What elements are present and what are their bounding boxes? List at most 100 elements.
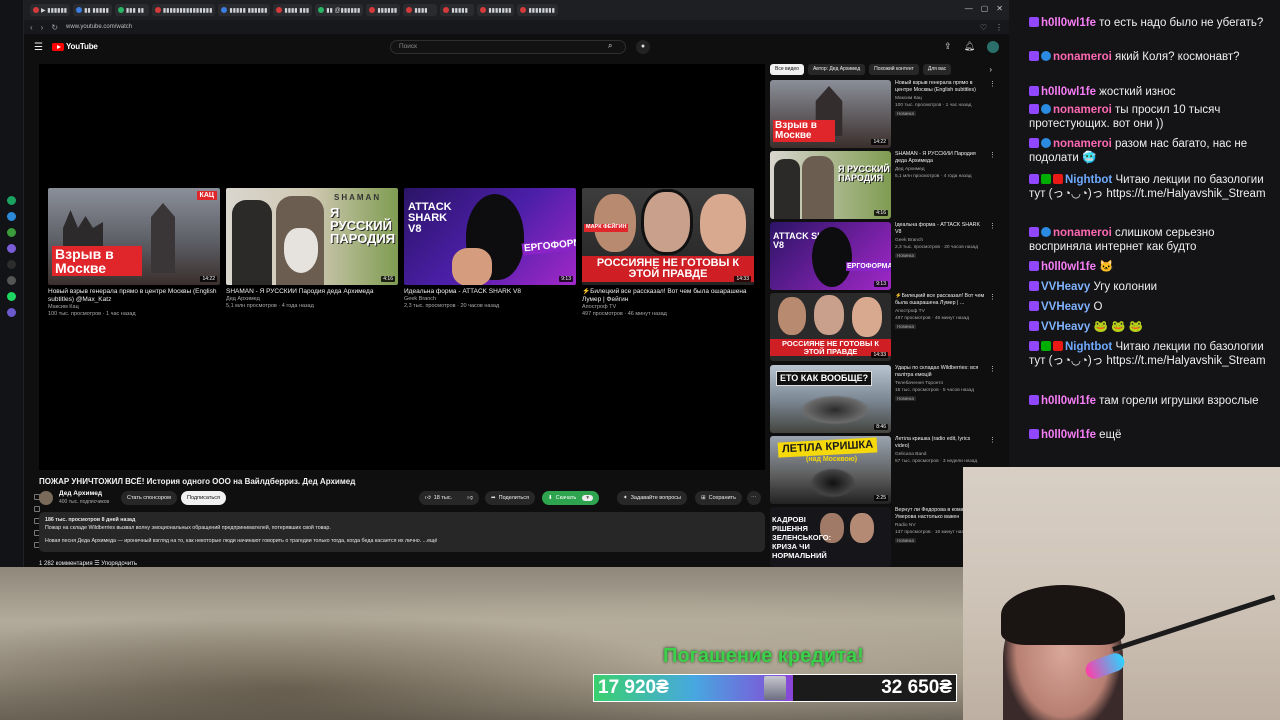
recommendation-channel[interactable]: Телебачення Торонто bbox=[895, 381, 943, 386]
browser-tab[interactable]: ▮▮▮▮ ▮▮▮ bbox=[273, 4, 313, 16]
video-description[interactable]: 186 тыс. просмотров 8 дней назад Пожар н… bbox=[39, 512, 765, 552]
end-card-thumbnail[interactable]: ATTACK SHARK V8 ЕРГОФОРМА 9:13 bbox=[404, 188, 576, 285]
chat-username[interactable]: nonameroi bbox=[1053, 51, 1112, 63]
recommendation-item[interactable]: Я РУССКИЙ ПАРОДИЯ 4:16 SHAMAN - Я РУССКИ… bbox=[770, 151, 1000, 219]
browser-tab[interactable]: ▮▮▮▮▮▮▮▮ bbox=[517, 4, 558, 16]
share-button[interactable]: ➦ Поделиться bbox=[485, 491, 535, 505]
chevron-right-icon[interactable]: › bbox=[989, 65, 992, 74]
recommendation-item[interactable]: РОССИЯНЕ НЕ ГОТОВЫ К ЭТОЙ ПРАВДЕ 14:33 ⚡… bbox=[770, 293, 1000, 361]
chip-author[interactable]: Автор: Дед Архимед bbox=[807, 63, 866, 75]
channel-name[interactable]: Дед Архимед bbox=[59, 490, 102, 497]
sidebar-app-icon[interactable] bbox=[7, 308, 16, 317]
more-icon[interactable]: ⋮ bbox=[989, 436, 996, 444]
user-avatar[interactable] bbox=[987, 41, 999, 53]
like-button[interactable]: 👍︎ 18 тыс. 👎︎ bbox=[419, 491, 479, 505]
recommendation-thumbnail[interactable]: Взрыв в Москве 14:22 bbox=[770, 80, 891, 148]
browser-tab[interactable]: ▮▮ ▮▮▮▮▮ bbox=[73, 4, 112, 16]
search-input[interactable]: Поиск bbox=[390, 40, 626, 54]
chat-username[interactable]: h0ll0wl1fe bbox=[1041, 17, 1096, 29]
recommendation-title[interactable]: SHAMAN - Я РУССКИЙ Пародия деда Архимеда bbox=[895, 151, 985, 165]
browser-tab[interactable]: ▶ ▮▮▮▮▮▮ bbox=[30, 4, 71, 16]
recommendation-title[interactable]: Ідеальна форма - ATTACK SHARK V8 bbox=[895, 222, 985, 236]
end-screen-card[interactable]: SHAMAN Я РУССКИЙ ПАРОДИЯ 4:16 SHAMAN - Я… bbox=[226, 188, 398, 310]
comments-header[interactable]: 1 282 комментария ☰ Упорядочить bbox=[39, 560, 137, 567]
sidebar-app-icon[interactable] bbox=[7, 276, 16, 285]
end-card-thumbnail[interactable]: SHAMAN Я РУССКИЙ ПАРОДИЯ 4:16 bbox=[226, 188, 398, 285]
chat-username[interactable]: nonameroi bbox=[1053, 227, 1112, 239]
browser-tab[interactable]: ▮▮ @▮▮▮▮▮▮ bbox=[315, 4, 364, 16]
recommendation-channel[interactable]: Максим Кац bbox=[895, 96, 922, 101]
bookmark-icon[interactable]: ♡ bbox=[980, 23, 987, 32]
recommendation-thumbnail[interactable]: РОССИЯНЕ НЕ ГОТОВЫ К ЭТОЙ ПРАВДЕ 14:33 bbox=[770, 293, 891, 361]
search-icon[interactable]: ⌕ bbox=[608, 41, 612, 51]
microphone-icon[interactable]: ● bbox=[636, 40, 650, 54]
sidebar-app-icon[interactable] bbox=[7, 196, 16, 205]
browser-tab[interactable]: ▮▮▮▮▮ ▮▮▮▮▮▮ bbox=[218, 4, 271, 16]
recommendation-channel[interactable]: Gelicana Band bbox=[895, 452, 926, 457]
thumbs-down-icon[interactable]: 👎︎ bbox=[467, 495, 473, 501]
recommendation-title[interactable]: ⚡Билецкий все рассказал! Вот чем была ош… bbox=[895, 293, 985, 307]
end-card-title[interactable]: ⚡Билецкий все рассказал! Вот чем была ош… bbox=[582, 288, 754, 304]
save-button[interactable]: ⊞ Сохранить bbox=[695, 491, 742, 505]
youtube-logo[interactable]: YouTube bbox=[52, 42, 98, 51]
extensions-icon[interactable]: ⋮ bbox=[995, 23, 1003, 32]
chat-username[interactable]: Nightbot bbox=[1065, 174, 1112, 186]
recommendation-channel[interactable]: Geek Branch bbox=[895, 238, 923, 243]
quality-dropdown[interactable]: ▾ bbox=[582, 495, 593, 501]
subscribe-button[interactable]: Подписаться bbox=[181, 491, 226, 505]
menu-icon[interactable]: ☰ bbox=[34, 42, 43, 53]
chip-similar[interactable]: Похожий контент bbox=[869, 63, 919, 75]
sidebar-app-icon[interactable] bbox=[7, 212, 16, 221]
chat-username[interactable]: h0ll0wl1fe bbox=[1041, 86, 1096, 98]
recommendation-channel[interactable]: Апостроф TV bbox=[895, 309, 925, 314]
chat-username[interactable]: VVHeavy bbox=[1041, 321, 1090, 333]
download-button[interactable]: ⬇ Скачать ▾ bbox=[542, 491, 599, 505]
browser-tab[interactable]: ▮▮▮▮▮ bbox=[440, 4, 475, 16]
sponsor-button[interactable]: Стать спонсором bbox=[121, 491, 177, 505]
chat-username[interactable]: nonameroi bbox=[1053, 138, 1112, 150]
sidebar-app-icon[interactable] bbox=[7, 292, 16, 301]
end-card-title[interactable]: Идеальна форма - ATTACK SHARK V8 bbox=[404, 288, 576, 296]
recommendation-thumbnail[interactable]: ЕТО КАК ВООБЩЕ? 8:46 bbox=[770, 365, 891, 433]
video-player[interactable]: Взрыв в Москве КАЦ 14:22 Новый взрыв ген… bbox=[39, 64, 765, 470]
more-icon[interactable]: ⋮ bbox=[989, 151, 996, 159]
more-icon[interactable]: ⋮ bbox=[989, 365, 996, 373]
sidebar-app-icon[interactable] bbox=[7, 260, 16, 269]
channel-avatar[interactable] bbox=[39, 491, 53, 505]
chat-username[interactable]: VVHeavy bbox=[1041, 301, 1090, 313]
forward-icon[interactable]: › bbox=[41, 23, 44, 32]
minimize-icon[interactable]: — bbox=[965, 4, 973, 13]
recommendation-item[interactable]: Взрыв в Москве 14:22 Новый взрыв генерал… bbox=[770, 80, 1000, 148]
reload-icon[interactable]: ↻ bbox=[51, 23, 58, 32]
end-screen-card[interactable]: ATTACK SHARK V8 ЕРГОФОРМА 9:13 Идеальна … bbox=[404, 188, 576, 310]
notifications-icon[interactable]: 🔔︎ bbox=[964, 41, 975, 53]
recommendation-item[interactable]: ЕТО КАК ВООБЩЕ? 8:46 Удары по складах Wi… bbox=[770, 365, 1000, 433]
chip-all-videos[interactable]: Все видео bbox=[770, 63, 804, 75]
more-icon[interactable]: ⋮ bbox=[989, 222, 996, 230]
chat-username[interactable]: h0ll0wl1fe bbox=[1041, 261, 1096, 273]
recommendation-title[interactable]: Новый взрыв генерала прямо в центре Моск… bbox=[895, 80, 985, 94]
browser-tab[interactable]: ▮▮▮▮▮▮▮ bbox=[477, 4, 515, 16]
recommendation-channel[interactable]: Дед Архимед bbox=[895, 167, 925, 172]
end-screen-card[interactable]: МАРК ФЕЙГИН РОССИЯНЕ НЕ ГОТОВЫ К ЭТОЙ ПР… bbox=[582, 188, 754, 318]
chat-username[interactable]: Nightbot bbox=[1065, 341, 1112, 353]
chat-username[interactable]: h0ll0wl1fe bbox=[1041, 395, 1096, 407]
recommendation-thumbnail[interactable]: ATTACK SHARK V8 ЕРГОФОРМА 9:13 bbox=[770, 222, 891, 290]
recommendation-thumbnail[interactable]: КАДРОВІ РІШЕННЯ ЗЕЛЕНСЬКОГО: КРИЗА ЧИ НО… bbox=[770, 507, 891, 567]
end-card-title[interactable]: Новый взрыв генерала прямо в центре Моск… bbox=[48, 288, 220, 304]
recommendation-title[interactable]: Летіла кришка (radio edit, lyrics video) bbox=[895, 436, 985, 450]
side-nav-icon[interactable] bbox=[34, 506, 40, 512]
more-icon[interactable]: ⋮ bbox=[989, 293, 996, 301]
browser-tab[interactable]: ▮▮▮ ▮▮ bbox=[114, 4, 149, 16]
recommendation-thumbnail[interactable]: ЛЕТІЛА КРИШКА (над Москвою) 2:25 bbox=[770, 436, 891, 504]
more-actions-button[interactable]: ⋯ bbox=[747, 491, 761, 505]
sidebar-app-icon[interactable] bbox=[7, 228, 16, 237]
more-icon[interactable]: ⋮ bbox=[989, 80, 996, 88]
recommendation-thumbnail[interactable]: Я РУССКИЙ ПАРОДИЯ 4:16 bbox=[770, 151, 891, 219]
browser-tab[interactable]: ▮▮▮▮▮▮▮▮▮▮▮▮▮▮▮ bbox=[151, 4, 216, 16]
browser-tab[interactable]: ▮▮▮▮▮▮ bbox=[366, 4, 401, 16]
chat-username[interactable]: h0ll0wl1fe bbox=[1041, 429, 1096, 441]
chat-username[interactable]: VVHeavy bbox=[1041, 281, 1090, 293]
end-card-thumbnail[interactable]: Взрыв в Москве КАЦ 14:22 bbox=[48, 188, 220, 285]
ask-questions-button[interactable]: ✦ Задавайте вопросы bbox=[617, 491, 688, 505]
